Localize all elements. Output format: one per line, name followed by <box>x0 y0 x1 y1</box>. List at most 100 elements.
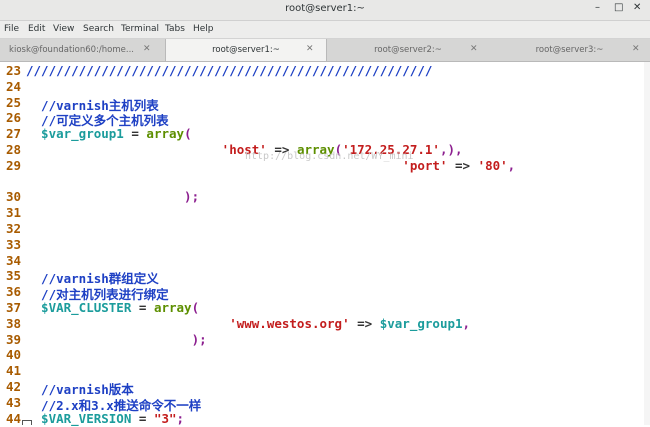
line-number: 41 <box>6 363 22 379</box>
code-line: 24 <box>0 79 650 95</box>
menu-search[interactable]: Search <box>83 24 114 34</box>
tab-root-server1[interactable]: root@server1:~ ✕ <box>165 39 327 61</box>
code-line: 43 //2.x和3.x推送命令不一样 <box>0 394 650 413</box>
code-token: $VAR_VERSION <box>26 410 132 426</box>
code-text: ); <box>26 189 199 204</box>
code-line: 25 //varnish主机列表 <box>0 94 650 113</box>
close-tab-icon[interactable]: ✕ <box>470 44 478 54</box>
menu-edit[interactable]: Edit <box>28 24 45 34</box>
code-text: 'www.westos.org' => $var_group1, <box>26 316 470 331</box>
line-number: 36 <box>6 284 22 300</box>
code-token: ); <box>184 189 200 205</box>
code-line: 39 ); <box>0 332 650 348</box>
code-token: $var_group1 <box>379 315 463 331</box>
window-title: root@server1:~ <box>285 3 365 14</box>
code-text: $VAR_VERSION = "3"; <box>26 411 184 426</box>
watermark: http://blog.csdn.net/WY_mini <box>245 151 414 162</box>
code-line: 32 <box>0 221 650 237</box>
line-number: 29 <box>6 157 22 173</box>
code-line: 41 <box>0 363 650 379</box>
code-token: $var_group1 <box>26 126 124 142</box>
code-token: = <box>131 300 154 315</box>
code-line: 36 //对主机列表进行绑定 <box>0 284 650 302</box>
menu-view[interactable]: View <box>53 24 74 34</box>
close-icon[interactable]: ✕ <box>633 2 641 13</box>
tab-label: root@server1:~ <box>212 45 280 55</box>
code-line: 40 <box>0 347 650 363</box>
tab-root-server2[interactable]: root@server2:~ ✕ <box>327 39 489 61</box>
menu-file[interactable]: File <box>4 24 19 34</box>
code-token: array <box>153 300 192 315</box>
code-text: ////////////////////////////////////////… <box>26 63 432 78</box>
code-line: 37 $VAR_CLUSTER = array( <box>0 300 650 316</box>
code-token: ; <box>176 410 185 426</box>
minimize-icon[interactable]: – <box>595 2 600 13</box>
code-token: = <box>123 126 147 142</box>
code-token: "3" <box>153 410 177 426</box>
line-number: 43 <box>6 394 22 410</box>
code-token: => <box>349 315 380 331</box>
line-number: 24 <box>6 78 22 94</box>
line-number: 33 <box>6 236 22 252</box>
close-tab-icon[interactable]: ✕ <box>632 44 640 54</box>
line-number: 25 <box>6 94 22 110</box>
maximize-icon[interactable]: □ <box>614 2 623 13</box>
line-number: 23 <box>6 63 22 78</box>
scrollbar[interactable] <box>644 62 650 425</box>
line-number: 34 <box>6 252 22 268</box>
close-tab-icon[interactable]: ✕ <box>306 44 314 54</box>
line-number: 35 <box>6 268 22 284</box>
tab-kiosk-foundation60[interactable]: kiosk@foundation60:/home... ✕ <box>0 39 165 61</box>
code-line: 35 //varnish群组定义 <box>0 268 650 286</box>
menu-bar: File Edit View Search Terminal Tabs Help <box>0 21 650 39</box>
menu-terminal[interactable]: Terminal <box>121 24 159 34</box>
code-line: 44 $VAR_VERSION = "3"; <box>0 411 650 427</box>
line-number: 27 <box>6 126 22 142</box>
line-number: 38 <box>6 315 22 331</box>
menu-help[interactable]: Help <box>193 24 214 34</box>
terminal-editor[interactable]: 23 //////////////////////////////////////… <box>0 62 650 427</box>
window-titlebar[interactable]: root@server1:~ – □ ✕ <box>0 0 650 21</box>
code-line: 31 <box>0 205 650 221</box>
code-token: ,), <box>439 142 463 157</box>
code-text: $VAR_CLUSTER = array( <box>26 300 199 315</box>
close-tab-icon[interactable]: ✕ <box>143 44 151 54</box>
code-token: array <box>146 126 185 142</box>
code-token: ); <box>191 331 207 347</box>
code-line: 34 <box>0 253 650 269</box>
line-number: 26 <box>6 110 22 126</box>
line-number: 42 <box>6 379 22 394</box>
line-number: 28 <box>6 142 22 157</box>
line-number: 32 <box>6 221 22 236</box>
tab-bar: kiosk@foundation60:/home... ✕ root@serve… <box>0 39 650 62</box>
code-line: 38 'www.westos.org' => $var_group1, <box>0 316 650 332</box>
text-cursor <box>22 420 32 425</box>
line-number: 31 <box>6 205 22 221</box>
code-token: , <box>462 315 471 331</box>
line-number: 30 <box>6 189 22 205</box>
code-token: 'www.westos.org' <box>229 315 350 331</box>
line-number: 37 <box>6 300 22 315</box>
tab-label: root@server2:~ <box>374 45 442 55</box>
tab-label: kiosk@foundation60:/home... <box>9 45 134 55</box>
code-token: '80' <box>477 157 508 173</box>
code-text: ); <box>26 332 207 347</box>
code-line: 23 //////////////////////////////////////… <box>0 63 650 79</box>
code-token: ( <box>191 300 200 315</box>
code-token: ( <box>184 126 192 142</box>
code-token: => <box>447 157 478 173</box>
code-line: 27 $var_group1 = array( <box>0 126 650 142</box>
code-line: 42 //varnish版本 <box>0 379 650 397</box>
tab-root-server3[interactable]: root@server3:~ ✕ <box>489 39 650 61</box>
menu-tabs[interactable]: Tabs <box>165 24 185 34</box>
line-number: 44 <box>6 410 22 426</box>
code-line: 30 ); <box>0 189 650 205</box>
code-text: $var_group1 = array( <box>26 126 192 141</box>
code-token: , <box>507 157 516 173</box>
code-token: ////////////////////////////////////////… <box>26 63 433 78</box>
